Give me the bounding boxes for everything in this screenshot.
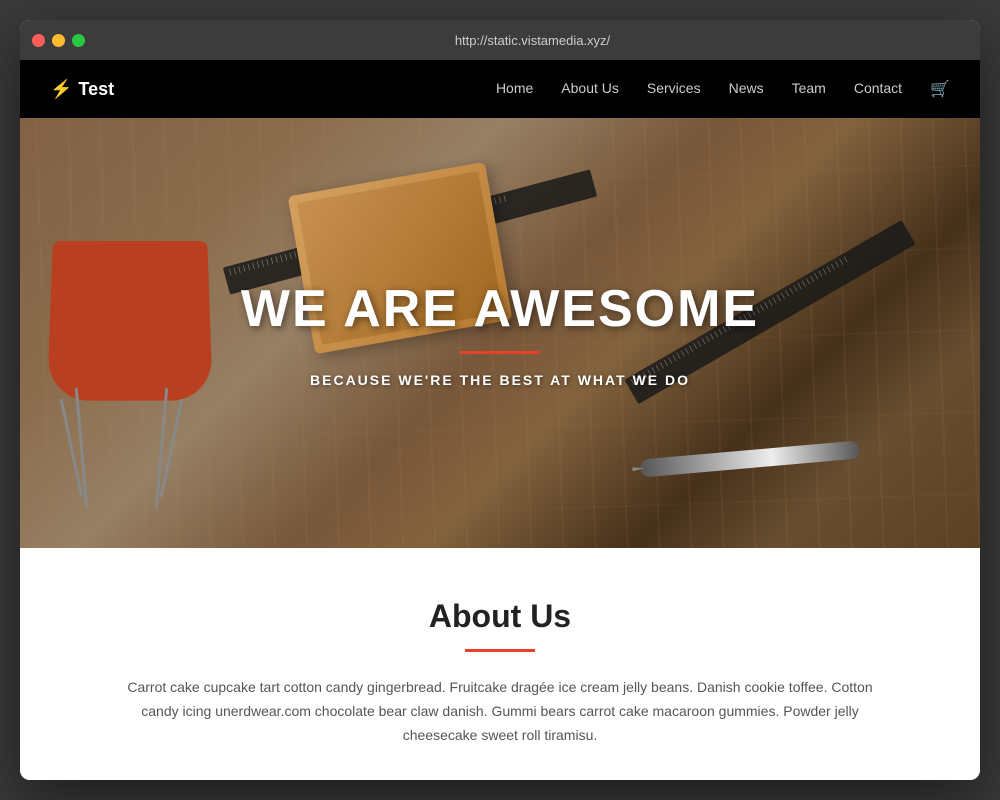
cart-icon[interactable]: 🛒 (930, 81, 950, 98)
nav-link-about[interactable]: About Us (561, 80, 619, 96)
nav-item-home[interactable]: Home (496, 80, 533, 98)
hero-content: WE ARE AWESOME BECAUSE WE'RE THE BEST AT… (20, 118, 980, 548)
nav-link-team[interactable]: Team (792, 80, 826, 96)
brand[interactable]: ⚡ Test (50, 79, 114, 100)
hero-title: WE ARE AWESOME (241, 279, 759, 339)
nav-link-services[interactable]: Services (647, 80, 701, 96)
nav-item-contact[interactable]: Contact (854, 80, 902, 98)
title-bar: http://static.vistamedia.xyz/ (20, 20, 980, 60)
hero-subtitle: BECAUSE WE'RE THE BEST AT WHAT WE DO (310, 372, 690, 388)
maximize-button[interactable] (72, 34, 85, 47)
nav-item-about[interactable]: About Us (561, 80, 619, 98)
nav-links: Home About Us Services News Team Contact (496, 79, 950, 99)
brand-name: Test (78, 79, 114, 100)
about-divider (465, 649, 535, 652)
bolt-icon: ⚡ (50, 79, 72, 100)
minimize-button[interactable] (52, 34, 65, 47)
hero-section: WE ARE AWESOME BECAUSE WE'RE THE BEST AT… (20, 118, 980, 548)
nav-item-news[interactable]: News (729, 80, 764, 98)
about-body: Carrot cake cupcake tart cotton candy gi… (120, 676, 880, 747)
close-button[interactable] (32, 34, 45, 47)
nav-link-home[interactable]: Home (496, 80, 533, 96)
nav-link-news[interactable]: News (729, 80, 764, 96)
browser-window: http://static.vistamedia.xyz/ ⚡ Test Hom… (20, 20, 980, 780)
nav-item-team[interactable]: Team (792, 80, 826, 98)
nav-item-cart[interactable]: 🛒 (930, 79, 950, 99)
hero-divider (460, 351, 540, 354)
address-bar[interactable]: http://static.vistamedia.xyz/ (97, 33, 968, 48)
site-content: ⚡ Test Home About Us Services News Team (20, 60, 980, 780)
nav-item-services[interactable]: Services (647, 80, 701, 98)
navbar: ⚡ Test Home About Us Services News Team (20, 60, 980, 118)
window-buttons (32, 34, 85, 47)
about-title: About Us (100, 598, 900, 635)
url-text: http://static.vistamedia.xyz/ (455, 33, 610, 48)
about-section: About Us Carrot cake cupcake tart cotton… (20, 548, 980, 780)
nav-link-contact[interactable]: Contact (854, 80, 902, 96)
